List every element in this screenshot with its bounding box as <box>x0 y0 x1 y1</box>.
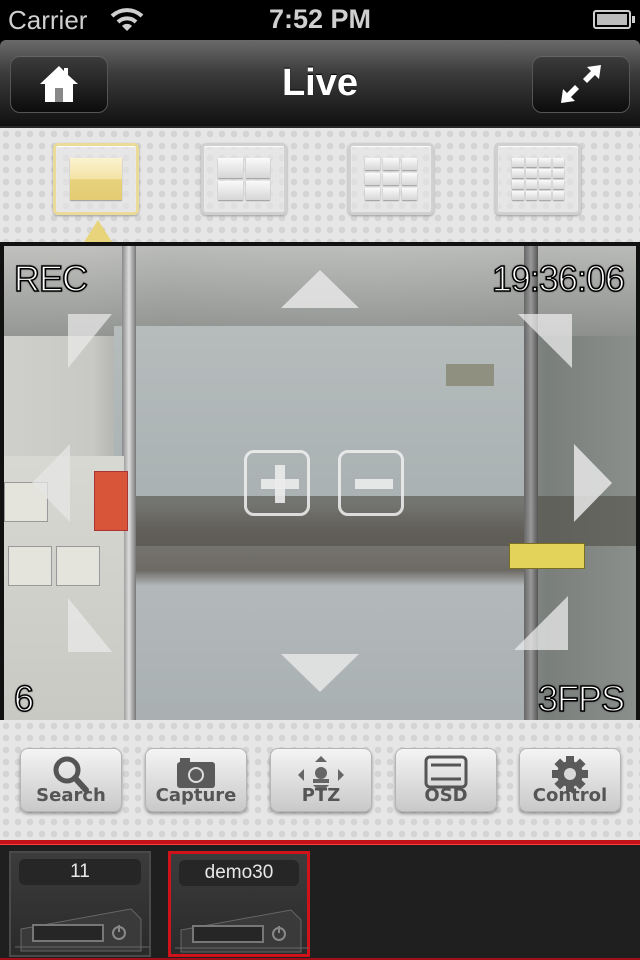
ptz-left-button[interactable] <box>30 442 72 524</box>
layout-9-button[interactable] <box>348 143 434 215</box>
fullscreen-button[interactable] <box>532 55 630 113</box>
osd-icon <box>424 755 468 789</box>
device-name: demo30 <box>179 860 299 886</box>
arrow-down-left-icon <box>68 598 112 652</box>
search-button[interactable]: Search <box>20 748 122 812</box>
control-button[interactable]: Control <box>519 748 621 812</box>
ptz-label: PTZ <box>301 785 341 806</box>
live-video-view[interactable]: REC 19:36:06 6 3FPS <box>0 242 640 720</box>
arrow-right-icon <box>574 444 612 522</box>
layout-16-button[interactable] <box>495 143 581 215</box>
arrow-up-left-icon <box>68 314 112 368</box>
rec-indicator: REC <box>13 257 89 300</box>
osd-label: OSD <box>424 785 468 806</box>
capture-label: Capture <box>155 785 237 806</box>
camera-icon <box>177 758 215 788</box>
sixteen-view-icon <box>512 158 564 200</box>
ptz-right-button[interactable] <box>572 442 614 524</box>
arrow-down-right-icon <box>514 596 568 650</box>
action-toolbar: Search Capture PTZ OSD Control <box>0 720 640 840</box>
arrow-down-icon <box>281 654 359 692</box>
arrow-left-icon <box>32 444 70 522</box>
status-bar: Carrier 7:52 PM <box>0 0 640 40</box>
camera-feed: REC 19:36:06 6 3FPS <box>4 246 636 720</box>
ptz-button[interactable]: PTZ <box>270 748 372 812</box>
ptz-down-right-button[interactable] <box>512 594 570 652</box>
dvr-icon <box>15 908 149 952</box>
osd-button[interactable]: OSD <box>395 748 497 812</box>
control-label: Control <box>532 785 608 806</box>
frame-rate: 3FPS <box>537 677 626 720</box>
clock: 7:52 PM <box>268 4 372 34</box>
navigation-bar: Live <box>0 40 640 128</box>
single-view-icon <box>70 158 122 200</box>
ptz-down-button[interactable] <box>279 652 361 694</box>
dvr-icon <box>175 909 309 953</box>
active-layout-pointer <box>84 220 112 242</box>
quad-view-icon <box>218 158 270 200</box>
ptz-up-left-button[interactable] <box>66 312 114 370</box>
fullscreen-icon <box>561 65 601 103</box>
layout-1-button[interactable] <box>53 143 139 215</box>
arrow-up-icon <box>281 270 359 308</box>
ptz-up-button[interactable] <box>279 268 361 310</box>
device-item-selected[interactable]: demo30 <box>168 851 310 957</box>
zoom-in-button[interactable] <box>244 450 310 516</box>
video-timestamp: 19:36:06 <box>491 257 626 300</box>
zoom-out-button[interactable] <box>338 450 404 516</box>
battery-icon <box>593 10 635 29</box>
device-name: 11 <box>19 859 141 885</box>
layout-selector <box>0 128 640 242</box>
device-item[interactable]: 11 <box>9 851 151 957</box>
channel-number: 6 <box>13 677 35 720</box>
layout-4-button[interactable] <box>201 143 287 215</box>
ptz-down-left-button[interactable] <box>66 596 114 654</box>
search-label: Search <box>36 785 106 806</box>
arrow-up-right-icon <box>518 314 572 368</box>
device-list: 11 demo30 <box>0 840 640 960</box>
capture-button[interactable]: Capture <box>145 748 247 812</box>
ptz-up-right-button[interactable] <box>516 312 574 370</box>
nine-view-icon <box>365 158 417 200</box>
